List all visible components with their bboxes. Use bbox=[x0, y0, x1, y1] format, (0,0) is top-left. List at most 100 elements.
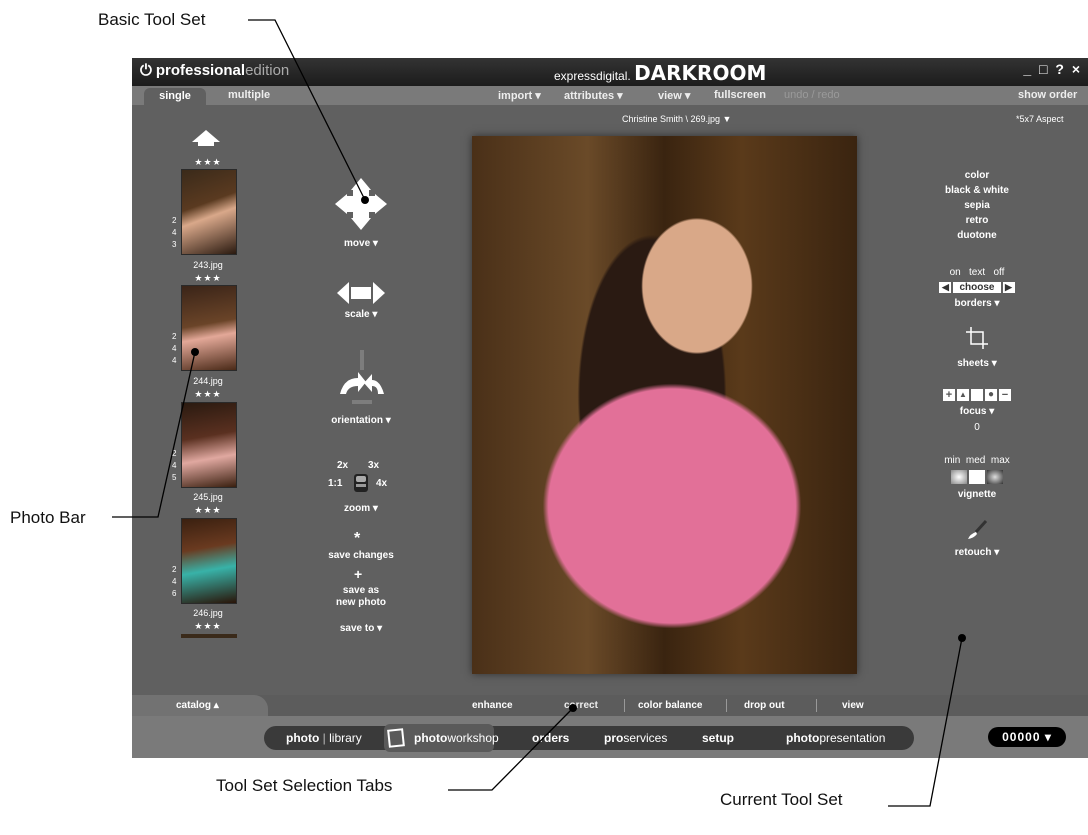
tab-enhance[interactable]: enhance bbox=[472, 700, 513, 711]
move-tool[interactable]: move ▾ bbox=[328, 238, 394, 249]
zoom-4x[interactable]: 4x bbox=[376, 478, 387, 489]
zoom-tool[interactable]: zoom ▾ bbox=[328, 503, 394, 514]
thumb-filename: 243.jpg bbox=[193, 260, 223, 270]
menu-import[interactable]: import ▾ bbox=[498, 89, 541, 102]
nav-photo-library[interactable]: photo | library bbox=[286, 731, 362, 745]
thumb-counts: 244 bbox=[172, 332, 177, 365]
border-text[interactable]: text bbox=[969, 267, 985, 278]
zoom-lens-icon[interactable] bbox=[352, 472, 370, 496]
effect-duotone[interactable]: duotone bbox=[912, 230, 1042, 241]
effect-color[interactable]: color bbox=[912, 170, 1042, 181]
aspect-label: *5x7 Aspect bbox=[1016, 114, 1064, 124]
choose-button[interactable]: choose bbox=[953, 282, 1001, 293]
retouch-menu[interactable]: retouch ▾ bbox=[912, 547, 1042, 558]
photo-thumbnail[interactable] bbox=[181, 169, 237, 255]
rating-stars[interactable]: ★★★ bbox=[181, 389, 235, 400]
rating-stars[interactable]: ★★★ bbox=[181, 273, 235, 284]
rating-stars[interactable]: ★★★ bbox=[181, 621, 235, 632]
tab-multiple[interactable]: multiple bbox=[228, 89, 270, 101]
tab-color-balance[interactable]: color balance bbox=[638, 700, 702, 711]
vignette-swatches bbox=[912, 470, 1042, 484]
tab-view[interactable]: view bbox=[842, 700, 864, 711]
callout-basic-tool-set: Basic Tool Set bbox=[98, 10, 206, 29]
nav-pro-services[interactable]: proservices bbox=[604, 731, 667, 745]
photo-thumbnail[interactable] bbox=[181, 285, 237, 371]
vignette-min-swatch[interactable] bbox=[951, 470, 967, 484]
module-navigation: photo | library photoworkshop orders pro… bbox=[132, 716, 1088, 758]
tab-single[interactable]: single bbox=[144, 88, 206, 105]
photo-filename[interactable]: Christine Smith \ 269.jpg ▼ bbox=[622, 114, 731, 124]
photo-thumbnail-partial[interactable] bbox=[181, 634, 237, 638]
window-buttons[interactable]: _ □ ? × bbox=[1023, 61, 1082, 77]
effect-sepia[interactable]: sepia bbox=[912, 200, 1042, 211]
logo-big: DARKROOM bbox=[634, 61, 767, 85]
vignette-min[interactable]: min bbox=[944, 455, 960, 466]
power-icon[interactable]: ⏻ bbox=[140, 62, 152, 79]
save-changes-button[interactable]: save changes bbox=[308, 550, 414, 561]
crop-icon[interactable] bbox=[966, 327, 988, 349]
main-photo[interactable] bbox=[472, 136, 857, 674]
menu-show-order[interactable]: show order bbox=[1018, 89, 1077, 101]
zoom-2x[interactable]: 2x bbox=[337, 460, 348, 471]
rating-stars[interactable]: ★★★ bbox=[181, 157, 235, 168]
focus-menu[interactable]: focus ▾ bbox=[912, 406, 1042, 417]
scale-tool[interactable]: scale ▾ bbox=[328, 309, 394, 320]
nav-pill: photo | library photoworkshop orders pro… bbox=[264, 724, 914, 752]
thumb-filename: 244.jpg bbox=[193, 376, 223, 386]
catalog-tab[interactable]: catalog ▴ bbox=[132, 695, 268, 716]
vignette-med-swatch[interactable] bbox=[969, 470, 985, 484]
borders-menu[interactable]: borders ▾ bbox=[912, 298, 1042, 309]
menu-fullscreen[interactable]: fullscreen bbox=[714, 89, 766, 101]
vignette-max[interactable]: max bbox=[991, 455, 1010, 466]
nav-photo-workshop[interactable]: photoworkshop bbox=[414, 731, 499, 745]
scroll-up-stem bbox=[198, 142, 214, 146]
border-chooser: ◀ choose ▶ bbox=[912, 282, 1042, 293]
focus-circle-icon[interactable]: ● bbox=[985, 389, 997, 401]
focus-square-icon[interactable] bbox=[971, 389, 983, 401]
nav-photo-presentation[interactable]: photopresentation bbox=[786, 731, 885, 745]
scroll-up-arrow-icon[interactable] bbox=[192, 130, 220, 142]
brand-edition: edition bbox=[245, 62, 290, 79]
order-counter[interactable]: 00000 ▾ bbox=[988, 727, 1066, 747]
nav-orders[interactable]: orders bbox=[532, 731, 569, 745]
orientation-rotate-icon[interactable] bbox=[336, 350, 388, 406]
rating-stars[interactable]: ★★★ bbox=[181, 505, 235, 516]
save-to-menu[interactable]: save to ▾ bbox=[328, 623, 394, 634]
menu-bar: single multiple import ▾ attributes ▾ vi… bbox=[132, 86, 1088, 105]
choose-prev-icon[interactable]: ◀ bbox=[939, 282, 952, 293]
sheets-menu[interactable]: sheets ▾ bbox=[912, 358, 1042, 369]
logo-small: expressdigital. bbox=[554, 69, 631, 83]
focus-minus-icon[interactable]: − bbox=[999, 389, 1011, 401]
focus-triangle-icon[interactable]: ▲ bbox=[957, 389, 969, 401]
nav-setup[interactable]: setup bbox=[702, 731, 734, 745]
thumb-counts: 243 bbox=[172, 216, 177, 249]
menu-attributes[interactable]: attributes ▾ bbox=[564, 89, 623, 102]
thumb-counts: 246 bbox=[172, 565, 177, 598]
border-on[interactable]: on bbox=[950, 267, 961, 278]
orientation-tool[interactable]: orientation ▾ bbox=[312, 415, 410, 426]
scale-arrows-icon[interactable] bbox=[337, 282, 385, 304]
border-off[interactable]: off bbox=[994, 267, 1005, 278]
tab-drop-out[interactable]: drop out bbox=[744, 700, 785, 711]
thumb-counts: 245 bbox=[172, 449, 177, 482]
choose-next-icon[interactable]: ▶ bbox=[1002, 282, 1015, 293]
plus-icon: + bbox=[354, 566, 363, 582]
retouch-brush-icon[interactable] bbox=[966, 519, 988, 540]
move-arrows-icon[interactable] bbox=[335, 178, 387, 230]
brand-bold: professional bbox=[155, 62, 246, 79]
photo-thumbnail[interactable] bbox=[181, 518, 237, 604]
photo-bar: ★★★ 243 243.jpg ★★★ 244 244.jpg ★★★ 245 … bbox=[132, 105, 272, 715]
tab-divider bbox=[726, 699, 727, 712]
zoom-1to1[interactable]: 1:1 bbox=[328, 478, 342, 489]
effect-black-white[interactable]: black & white bbox=[912, 185, 1042, 196]
tab-correct[interactable]: correct bbox=[564, 700, 598, 711]
vignette-max-swatch[interactable] bbox=[987, 470, 1003, 484]
zoom-3x[interactable]: 3x bbox=[368, 460, 379, 471]
focus-plus-icon[interactable]: + bbox=[943, 389, 955, 401]
menu-undo-redo[interactable]: undo / redo bbox=[784, 89, 840, 101]
effect-retro[interactable]: retro bbox=[912, 215, 1042, 226]
save-as-new-photo-button[interactable]: save as new photo bbox=[308, 585, 414, 609]
menu-view[interactable]: view ▾ bbox=[658, 89, 690, 102]
photo-thumbnail[interactable] bbox=[181, 402, 237, 488]
vignette-med[interactable]: med bbox=[966, 455, 985, 466]
